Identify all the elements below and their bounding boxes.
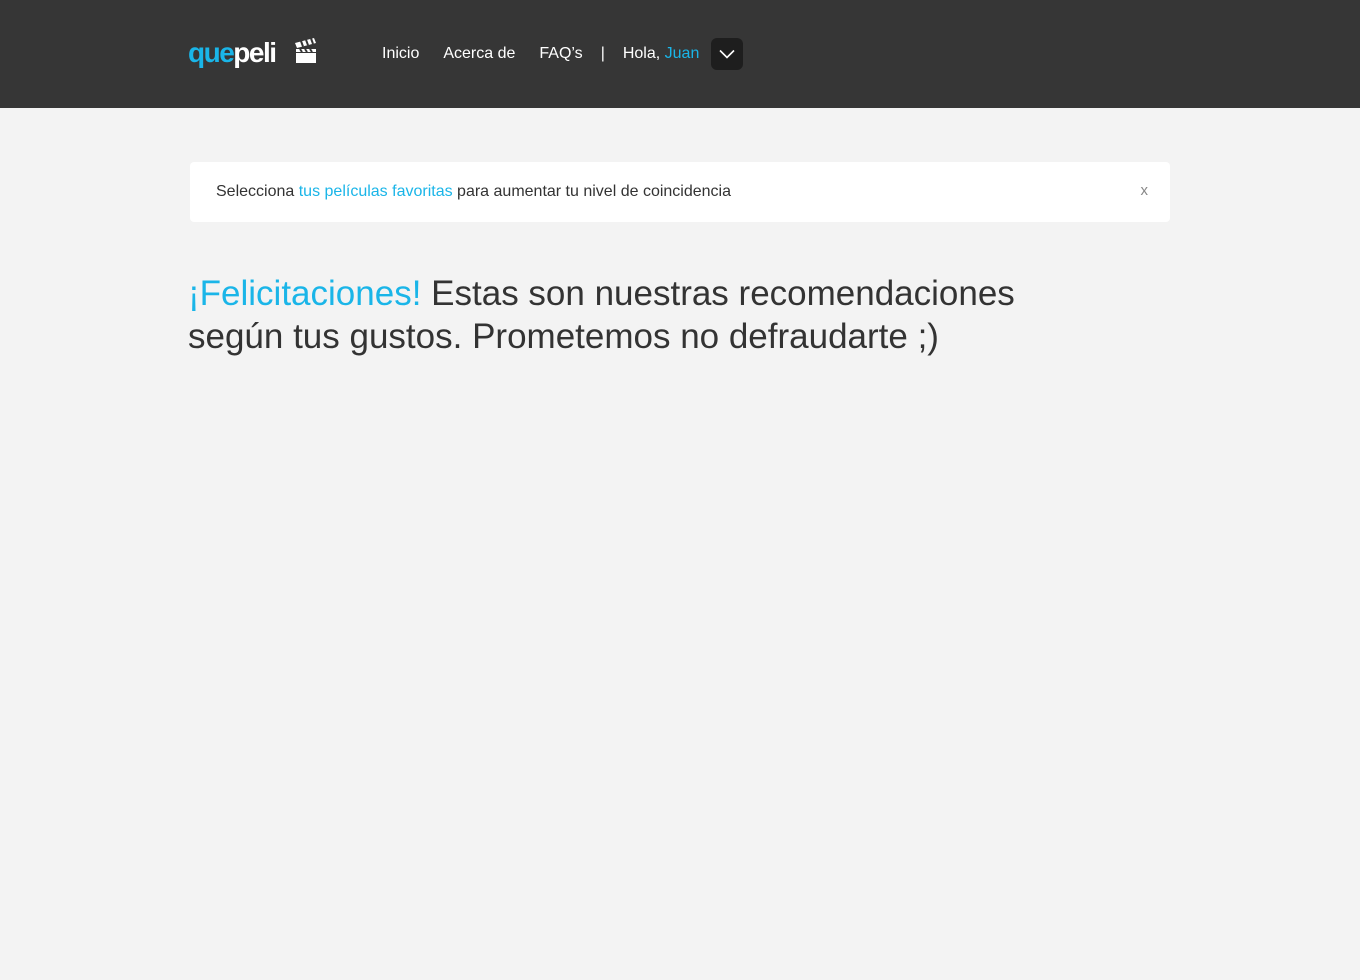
user-greeting: Hola, Juan <box>623 38 700 70</box>
main-nav: Inicio Acerca de FAQ’s | Hola, Juan <box>382 38 744 70</box>
chevron-down-icon <box>719 49 735 59</box>
logo-text-peli: peli <box>233 37 277 68</box>
headline-accent: ¡Felicitaciones! <box>188 274 422 313</box>
top-header: quepeli Inicio Acerca de FAQ’s | Hola, J… <box>0 0 1360 108</box>
nav-link-inicio[interactable]: Inicio <box>382 38 419 70</box>
alert-text-before: Selecciona <box>216 183 295 200</box>
nav-link-acerca-de[interactable]: Acerca de <box>443 38 515 70</box>
alert-message: Selecciona tus películas favoritas para … <box>216 183 731 201</box>
alert-close-button[interactable]: x <box>1141 181 1149 201</box>
user-menu-dropdown-button[interactable] <box>711 38 744 70</box>
logo-text-que: que <box>188 37 235 68</box>
logo-text: quepeli <box>188 36 277 70</box>
quepeli-logo[interactable]: quepeli <box>188 36 316 70</box>
nav-link-faqs[interactable]: FAQ’s <box>539 38 582 70</box>
recommendations-headline: ¡Felicitaciones! Estas son nuestras reco… <box>188 272 1108 358</box>
clapperboard-icon <box>295 38 316 63</box>
favorite-movies-link[interactable]: tus películas favoritas <box>299 183 453 200</box>
greeting-text: Hola, <box>622 45 661 62</box>
favorites-alert: Selecciona tus películas favoritas para … <box>190 162 1170 222</box>
nav-separator: | <box>600 45 605 62</box>
user-name[interactable]: Juan <box>665 45 700 62</box>
alert-text-after: para aumentar tu nivel de coincidencia <box>457 183 731 200</box>
